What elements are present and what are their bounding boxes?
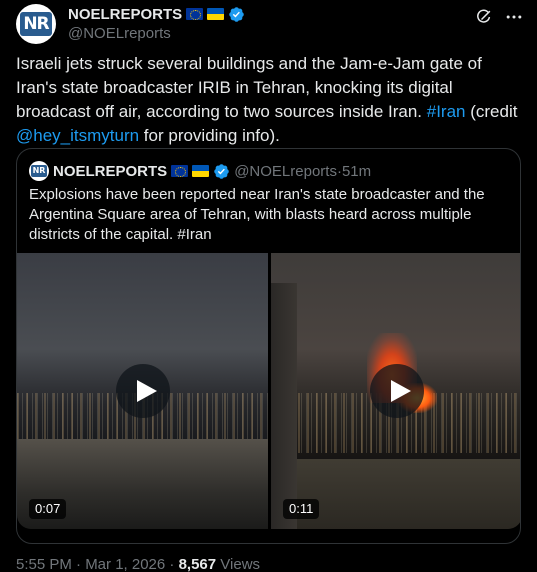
tweet-text-part: for providing info). [139, 126, 280, 145]
author-info: NOELREPORTS @NOELreports [68, 4, 245, 44]
video-thumbnail[interactable]: 0:11 [271, 253, 520, 529]
tweet-header: NR NOELREPORTS @NOELreports [16, 4, 525, 44]
video-duration: 0:11 [283, 499, 320, 519]
video-duration: 0:07 [29, 499, 67, 519]
handle[interactable]: @NOELreports [68, 24, 245, 44]
quoted-text: Explosions have been reported near Iran'… [29, 186, 485, 243]
video-thumbnail[interactable]: 0:07 [17, 253, 268, 529]
tweet-text: Israeli jets struck several buildings an… [16, 52, 521, 148]
header-actions [473, 6, 525, 28]
hashtag-link[interactable]: #Iran [427, 102, 466, 121]
verified-icon[interactable] [228, 6, 245, 23]
ukraine-flag-icon [192, 165, 210, 177]
avatar[interactable]: NR [16, 4, 56, 44]
quoted-display-name: NOELREPORTS [53, 162, 168, 180]
verified-icon [213, 163, 230, 180]
views-count: 8,567 [178, 556, 217, 572]
eu-flag-icon [171, 165, 189, 177]
mention-link[interactable]: @hey_itsmyturn [16, 126, 139, 145]
timestamp[interactable]: 5:55 PM · Mar 1, 2026 · [16, 556, 179, 572]
tweet-meta: 5:55 PM · Mar 1, 2026 · 8,567 Views [16, 555, 260, 572]
play-icon[interactable] [369, 364, 424, 418]
grok-icon[interactable] [473, 6, 495, 28]
eu-flag-icon [186, 8, 204, 20]
more-icon[interactable] [503, 6, 525, 28]
views-label: Views [216, 556, 261, 572]
ukraine-flag-icon [207, 8, 225, 20]
quoted-header: NR NOELREPORTS @NOELreports · 51m [29, 161, 371, 181]
quoted-avatar-logo: NR [31, 165, 47, 177]
avatar-logo: NR [20, 12, 52, 36]
quoted-avatar: NR [29, 161, 49, 181]
play-icon[interactable] [115, 364, 170, 418]
name-row: NOELREPORTS [68, 4, 245, 24]
quoted-media: 0:07 0:11 [17, 253, 520, 543]
foreground-tower [271, 283, 297, 529]
quoted-handle: @NOELreports [234, 162, 337, 180]
quoted-tweet[interactable]: NR NOELREPORTS @NOELreports · 51m Explos… [16, 148, 521, 544]
tweet: NR NOELREPORTS @NOELreports Israeli jets… [0, 0, 537, 572]
quoted-age: 51m [341, 162, 372, 180]
tweet-text-part: (credit [465, 102, 518, 121]
tweet-text-part: Israeli jets struck several buildings an… [16, 54, 482, 121]
display-name[interactable]: NOELREPORTS [68, 6, 182, 23]
